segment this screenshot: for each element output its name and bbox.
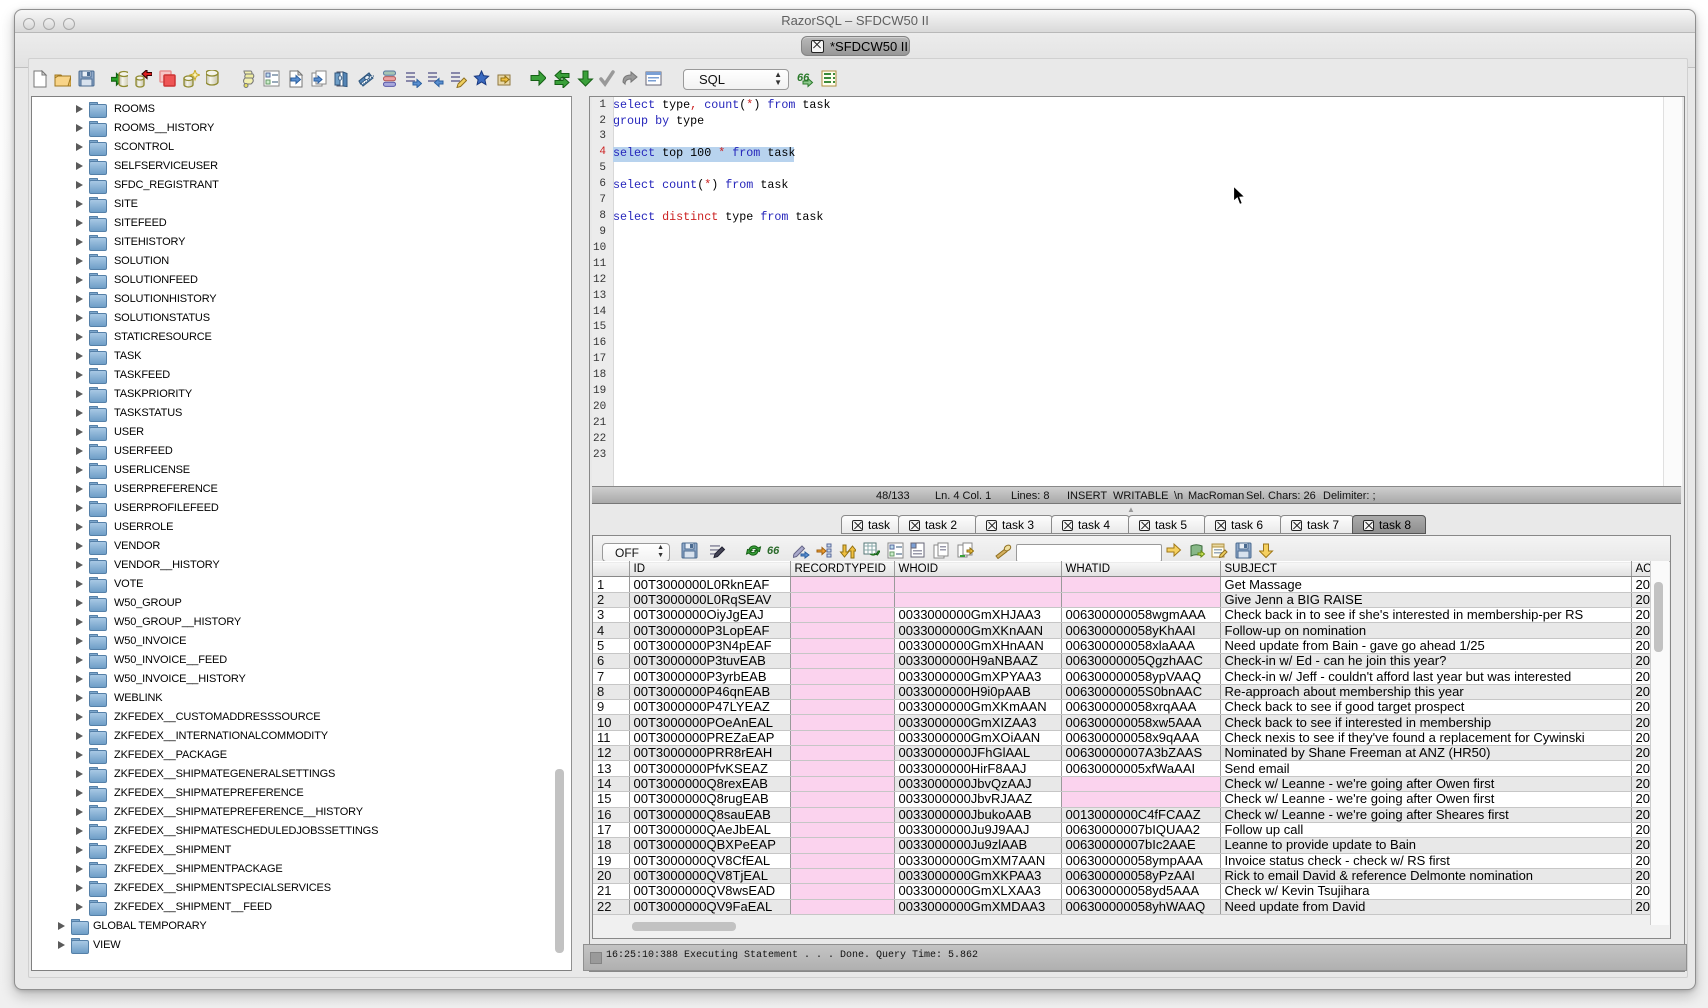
svg-text:66: 66 — [767, 545, 780, 557]
